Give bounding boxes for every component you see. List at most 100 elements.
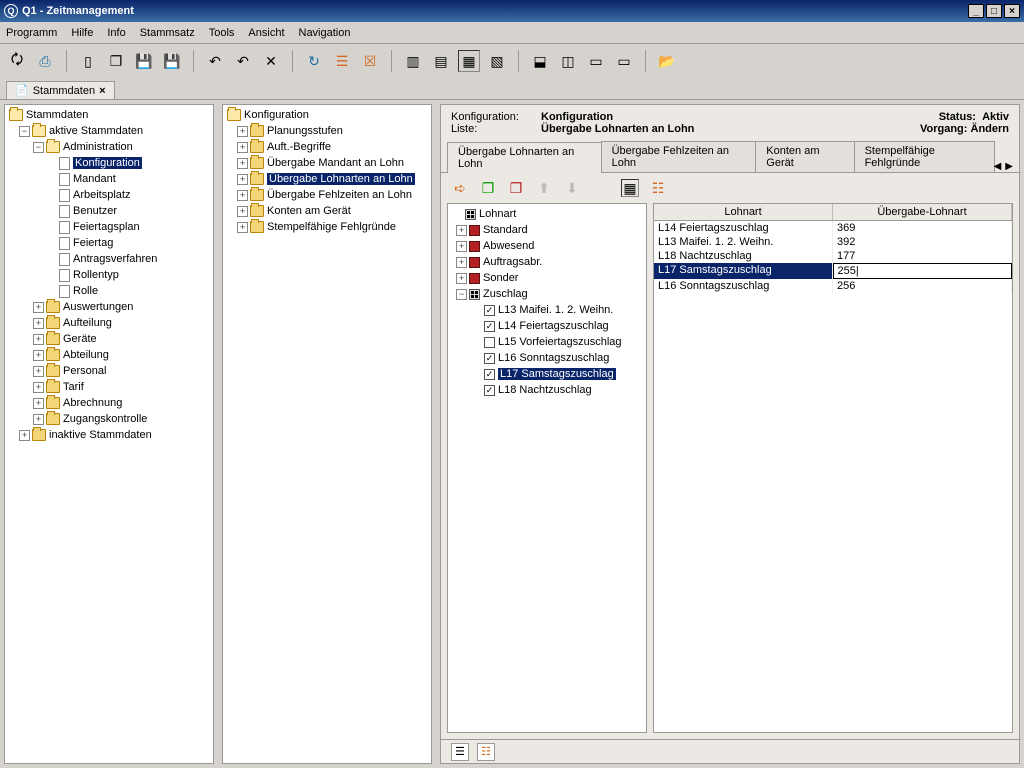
copy-multi-icon[interactable]: ❐ <box>479 179 497 197</box>
lohn-root[interactable]: Lohnart <box>479 208 516 220</box>
nav-arbeitsplatz[interactable]: Arbeitsplatz <box>73 189 130 201</box>
checkbox[interactable] <box>484 321 495 332</box>
tool-folder-icon[interactable]: 📂 <box>656 50 678 72</box>
table-row[interactable]: L16 Sonntagszuschlag256 <box>654 279 1012 293</box>
nav-aktive[interactable]: aktive Stammdaten <box>49 125 143 137</box>
grp-auftragsabr[interactable]: Auftragsabr. <box>483 256 542 268</box>
table-row[interactable]: L18 Nachtzuschlag177 <box>654 249 1012 263</box>
expand-icon[interactable]: + <box>33 334 44 345</box>
col-uebergabe[interactable]: Übergabe-Lohnart <box>833 204 1012 220</box>
checkbox[interactable] <box>484 337 495 348</box>
tool-grid2-icon[interactable]: ▤ <box>430 50 452 72</box>
expand-icon[interactable]: + <box>237 142 248 153</box>
expand-icon[interactable]: + <box>456 241 467 252</box>
tool-refresh-icon[interactable]: 🗘 <box>6 50 28 72</box>
nav-mandant[interactable]: Mandant <box>73 173 116 185</box>
cfg-lohnarten-lohn[interactable]: Übergabe Lohnarten an Lohn <box>267 173 415 185</box>
table-row[interactable]: L14 Feiertagszuschlag369 <box>654 221 1012 235</box>
lohn-item[interactable]: L13 Maifei. 1. 2. Weihn. <box>498 304 613 316</box>
menu-hilfe[interactable]: Hilfe <box>71 27 93 39</box>
checkbox[interactable] <box>484 353 495 364</box>
tab-stammdaten[interactable]: 📄 Stammdaten × <box>6 81 115 99</box>
subtab-fehlzeiten[interactable]: Übergabe Fehlzeiten an Lohn <box>601 141 757 172</box>
expand-icon[interactable]: + <box>456 225 467 236</box>
grp-standard[interactable]: Standard <box>483 224 528 236</box>
cell-uebergabe[interactable]: 255| <box>833 263 1013 279</box>
subtab-konten[interactable]: Konten am Gerät <box>755 141 854 172</box>
expand-icon[interactable]: + <box>456 273 467 284</box>
close-button[interactable]: × <box>1004 4 1020 18</box>
menu-tools[interactable]: Tools <box>209 27 235 39</box>
tool-delete-icon[interactable]: ✕ <box>260 50 282 72</box>
expand-icon[interactable]: + <box>456 257 467 268</box>
grp-sonder[interactable]: Sonder <box>483 272 518 284</box>
delete-multi-icon[interactable]: ❐ <box>507 179 525 197</box>
lohn-item[interactable]: L15 Vorfeiertagszuschlag <box>498 336 622 348</box>
tool-save-icon[interactable]: 💾 <box>133 50 155 72</box>
menu-navigation[interactable]: Navigation <box>299 27 351 39</box>
cfg-root[interactable]: Konfiguration <box>244 109 309 121</box>
expand-icon[interactable]: + <box>237 206 248 217</box>
tool-reload-icon[interactable]: ↻ <box>303 50 325 72</box>
view-grid-icon[interactable]: ▦ <box>621 179 639 197</box>
expand-icon[interactable]: + <box>33 382 44 393</box>
config-tree[interactable]: Konfiguration + Planungsstufen + Auft.-Beg… <box>223 105 431 237</box>
footer-tree-icon[interactable]: ☷ <box>477 743 495 761</box>
grp-abwesend[interactable]: Abwesend <box>483 240 534 252</box>
cfg-fehlzeiten-lohn[interactable]: Übergabe Fehlzeiten an Lohn <box>267 189 412 201</box>
expand-icon[interactable]: − <box>456 289 467 300</box>
arrow-up-icon[interactable]: ⬆ <box>535 179 553 197</box>
tool-grid4-icon[interactable]: ▧ <box>486 50 508 72</box>
expand-icon[interactable]: + <box>237 174 248 185</box>
cell-uebergabe[interactable]: 392 <box>833 235 1012 249</box>
checkbox[interactable] <box>484 369 495 380</box>
cfg-auftbegriffe[interactable]: Auft.-Begriffe <box>267 141 331 153</box>
tool-print-icon[interactable]: ⎙ <box>34 50 56 72</box>
cfg-konten-geraet[interactable]: Konten am Gerät <box>267 205 351 217</box>
nav-auswertungen[interactable]: Auswertungen <box>63 301 133 313</box>
tool-new-icon[interactable]: ▯ <box>77 50 99 72</box>
nav-feiertagsplan[interactable]: Feiertagsplan <box>73 221 140 233</box>
expand-icon[interactable]: + <box>237 126 248 137</box>
tool-panel3-icon[interactable]: ▭ <box>585 50 607 72</box>
checkbox[interactable] <box>484 385 495 396</box>
menu-programm[interactable]: Programm <box>6 27 57 39</box>
expand-icon[interactable]: + <box>237 158 248 169</box>
expand-icon[interactable]: + <box>33 398 44 409</box>
nav-konfiguration[interactable]: Konfiguration <box>73 157 142 169</box>
tool-panel2-icon[interactable]: ◫ <box>557 50 579 72</box>
maximize-button[interactable]: □ <box>986 4 1002 18</box>
scroll-left-icon[interactable]: ◀ <box>994 161 1002 172</box>
tool-grid1-icon[interactable]: ▥ <box>402 50 424 72</box>
cell-lohnart[interactable]: L18 Nachtzuschlag <box>654 249 833 263</box>
cell-lohnart[interactable]: L16 Sonntagszuschlag <box>654 279 833 293</box>
nav-antragsverfahren[interactable]: Antragsverfahren <box>73 253 157 265</box>
nav-geraete[interactable]: Geräte <box>63 333 97 345</box>
cell-uebergabe[interactable]: 256 <box>833 279 1012 293</box>
nav-tree[interactable]: Stammdaten −aktive Stammdaten −Administr… <box>5 105 213 445</box>
expand-icon[interactable]: + <box>237 190 248 201</box>
tool-list-icon[interactable]: ☰ <box>331 50 353 72</box>
lohn-item[interactable]: L14 Feiertagszuschlag <box>498 320 609 332</box>
nav-admin[interactable]: Administration <box>63 141 133 153</box>
arrow-down-icon[interactable]: ⬇ <box>563 179 581 197</box>
menu-info[interactable]: Info <box>107 27 125 39</box>
arrow-right-icon[interactable]: ➪ <box>451 179 469 197</box>
expand-icon[interactable]: + <box>19 430 30 441</box>
cfg-planungsstufen[interactable]: Planungsstufen <box>267 125 343 137</box>
expand-icon[interactable]: + <box>33 318 44 329</box>
lohn-item[interactable]: L16 Sonntagszuschlag <box>498 352 609 364</box>
tool-panel4-icon[interactable]: ▭ <box>613 50 635 72</box>
tab-close-icon[interactable]: × <box>99 85 105 97</box>
subtab-lohnarten[interactable]: Übergabe Lohnarten an Lohn <box>447 142 602 173</box>
expand-icon[interactable]: − <box>19 126 30 137</box>
lohnart-tree[interactable]: Lohnart + Standard + Abwesend + Auftragsabr… <box>448 204 646 400</box>
expand-icon[interactable]: + <box>237 222 248 233</box>
expand-icon[interactable]: + <box>33 414 44 425</box>
nav-abrechnung[interactable]: Abrechnung <box>63 397 122 409</box>
tool-saveall-icon[interactable]: 💾 <box>161 50 183 72</box>
grp-zuschlag[interactable]: Zuschlag <box>483 288 528 300</box>
nav-rolle[interactable]: Rolle <box>73 285 98 297</box>
lohn-item[interactable]: L18 Nachtzuschlag <box>498 384 592 396</box>
tool-grid3-icon[interactable]: ▦ <box>458 50 480 72</box>
